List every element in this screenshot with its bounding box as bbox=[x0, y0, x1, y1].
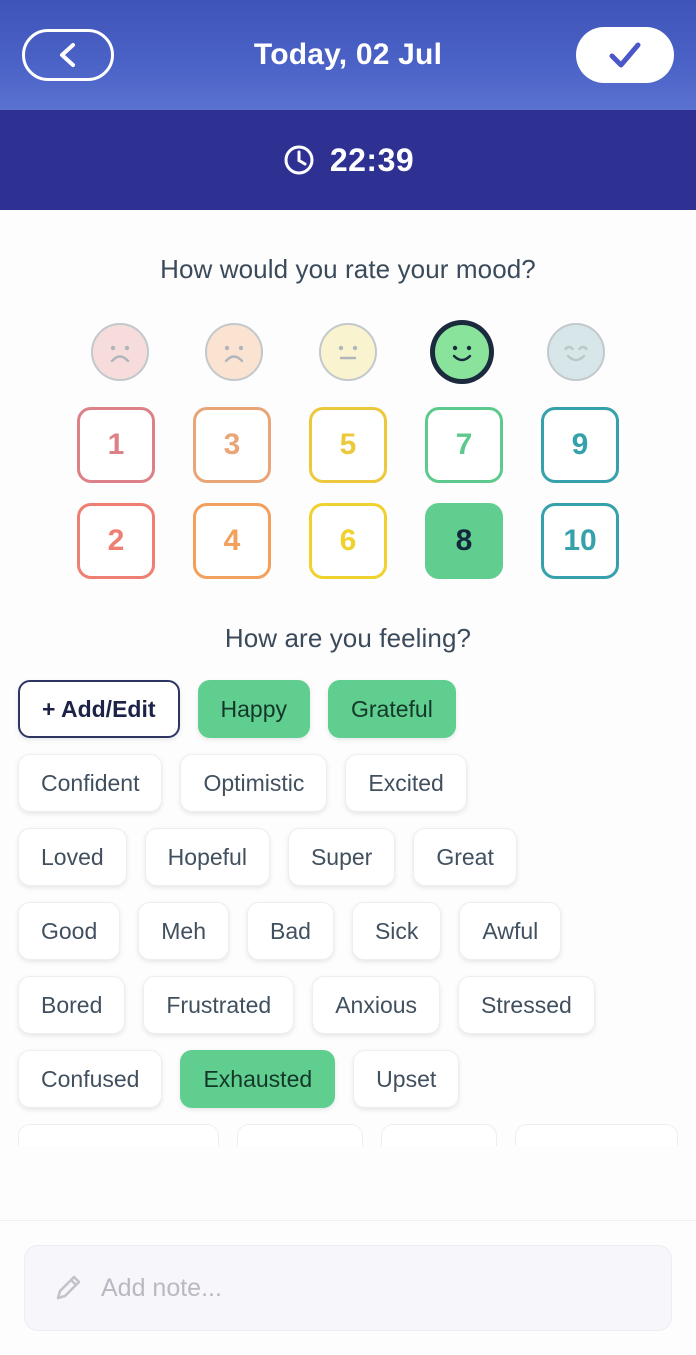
feeling-tag-grateful[interactable]: Grateful bbox=[328, 680, 456, 738]
time-bar[interactable]: 22:39 bbox=[0, 110, 696, 210]
feeling-tag-great[interactable]: Great bbox=[413, 828, 517, 886]
feeling-tag-good[interactable]: Good bbox=[18, 902, 121, 960]
mood-question-label: How would you rate your mood? bbox=[160, 254, 536, 284]
happy-face-icon bbox=[452, 345, 472, 362]
feeling-tag-confused[interactable]: Confused bbox=[18, 1050, 163, 1108]
feeling-tag-row: Good Meh Bad Sick Awful bbox=[18, 902, 678, 960]
feeling-tag-anxious[interactable]: Anxious bbox=[312, 976, 441, 1034]
mood-score-2[interactable]: 2 bbox=[77, 503, 155, 579]
feeling-tag-bored[interactable]: Bored bbox=[18, 976, 126, 1034]
feeling-tag-row: Loved Hopeful Super Great bbox=[18, 828, 678, 886]
main-content: How would you rate your mood? 1357924681… bbox=[0, 210, 696, 1355]
note-placeholder: Add note... bbox=[101, 1273, 222, 1302]
feeling-tag-exhausted[interactable]: Exhausted bbox=[180, 1050, 336, 1108]
mood-face-very-sad[interactable] bbox=[91, 323, 149, 381]
feeling-tag-loved[interactable]: Loved bbox=[18, 828, 127, 886]
feeling-tag-row: Confused Exhausted Upset bbox=[18, 1050, 678, 1108]
feeling-tag-frustrated[interactable]: Frustrated bbox=[143, 976, 295, 1034]
feeling-tag-sick[interactable]: Sick bbox=[351, 902, 442, 960]
mood-score-label: 10 bbox=[563, 524, 597, 557]
feeling-tag-optimistic[interactable]: Optimistic bbox=[180, 754, 328, 812]
feeling-tag-bad[interactable]: Bad bbox=[247, 902, 334, 960]
mood-score-label: 5 bbox=[339, 428, 357, 461]
feeling-question-label: How are you feeling? bbox=[224, 623, 472, 653]
feeling-tag-awful[interactable]: Awful bbox=[459, 902, 562, 960]
note-bar: Add note... bbox=[0, 1220, 696, 1355]
feeling-tag-clipped[interactable] bbox=[514, 1124, 678, 1146]
very-happy-face-icon bbox=[564, 345, 588, 362]
chevron-left-icon bbox=[60, 43, 75, 67]
feeling-tag-confident[interactable]: Confident bbox=[18, 754, 163, 812]
feeling-tag-row: + Add/Edit Happy Grateful bbox=[18, 680, 678, 738]
feeling-tag-clipped[interactable] bbox=[237, 1124, 363, 1146]
note-input[interactable]: Add note... bbox=[24, 1245, 672, 1331]
feeling-tag-hopeful[interactable]: Hopeful bbox=[144, 828, 270, 886]
add-edit-button[interactable]: + Add/Edit bbox=[18, 680, 180, 738]
very-sad-face-icon bbox=[110, 345, 130, 363]
mood-score-label: 2 bbox=[107, 524, 125, 557]
feeling-tag-happy[interactable]: Happy bbox=[197, 680, 310, 738]
mood-score-10[interactable]: 10 bbox=[541, 503, 619, 579]
mood-score-3[interactable]: 3 bbox=[193, 407, 271, 483]
feeling-tag-stressed[interactable]: Stressed bbox=[458, 976, 595, 1034]
feeling-tag-excited[interactable]: Excited bbox=[345, 754, 467, 812]
mood-score-label: 1 bbox=[107, 428, 125, 461]
mood-scale-grid: 1 3 5 7 9 2 4 6 8 10 bbox=[0, 407, 696, 579]
sad-face-icon bbox=[224, 345, 244, 363]
mood-face-neutral[interactable] bbox=[319, 323, 377, 381]
mood-score-1[interactable]: 1 bbox=[77, 407, 155, 483]
mood-score-label: 3 bbox=[223, 428, 241, 461]
mood-score-7[interactable]: 7 bbox=[425, 407, 503, 483]
mood-face-happy[interactable] bbox=[433, 323, 491, 381]
check-icon bbox=[609, 42, 641, 68]
clock-icon bbox=[284, 145, 314, 175]
feeling-tag-row: Bored Frustrated Anxious Stressed bbox=[18, 976, 678, 1034]
pencil-icon bbox=[56, 1275, 81, 1300]
neutral-face-icon bbox=[338, 345, 358, 360]
feeling-tag-row-clipped bbox=[18, 1124, 678, 1146]
mood-score-9[interactable]: 9 bbox=[541, 407, 619, 483]
mood-face-sad[interactable] bbox=[205, 323, 263, 381]
confirm-button[interactable] bbox=[576, 27, 674, 83]
mood-face-very-happy[interactable] bbox=[547, 323, 605, 381]
mood-score-label: 9 bbox=[571, 428, 589, 461]
mood-score-5[interactable]: 5 bbox=[309, 407, 387, 483]
feeling-tag-meh[interactable]: Meh bbox=[138, 902, 230, 960]
back-button[interactable] bbox=[22, 29, 114, 81]
app-header: Today, 02 Jul bbox=[0, 0, 696, 110]
feeling-tag-clipped[interactable] bbox=[380, 1124, 497, 1146]
time-value: 22:39 bbox=[329, 141, 415, 178]
mood-score-label: 7 bbox=[455, 428, 473, 461]
feeling-tag-row: Confident Optimistic Excited bbox=[18, 754, 678, 812]
mood-score-6[interactable]: 6 bbox=[309, 503, 387, 579]
mood-score-label: 8 bbox=[455, 524, 473, 557]
mood-score-4[interactable]: 4 bbox=[193, 503, 271, 579]
feeling-tag-list: + Add/Edit Happy Grateful Confident Optimist… bbox=[0, 680, 696, 1146]
feeling-tag-clipped[interactable] bbox=[18, 1124, 220, 1146]
mood-score-8[interactable]: 8 bbox=[425, 503, 503, 579]
feeling-tag-upset[interactable]: Upset bbox=[353, 1050, 460, 1108]
mood-face-row bbox=[0, 323, 696, 381]
mood-score-label: 4 bbox=[223, 524, 241, 557]
feeling-tag-super[interactable]: Super bbox=[287, 828, 396, 886]
mood-score-label: 6 bbox=[339, 524, 357, 557]
